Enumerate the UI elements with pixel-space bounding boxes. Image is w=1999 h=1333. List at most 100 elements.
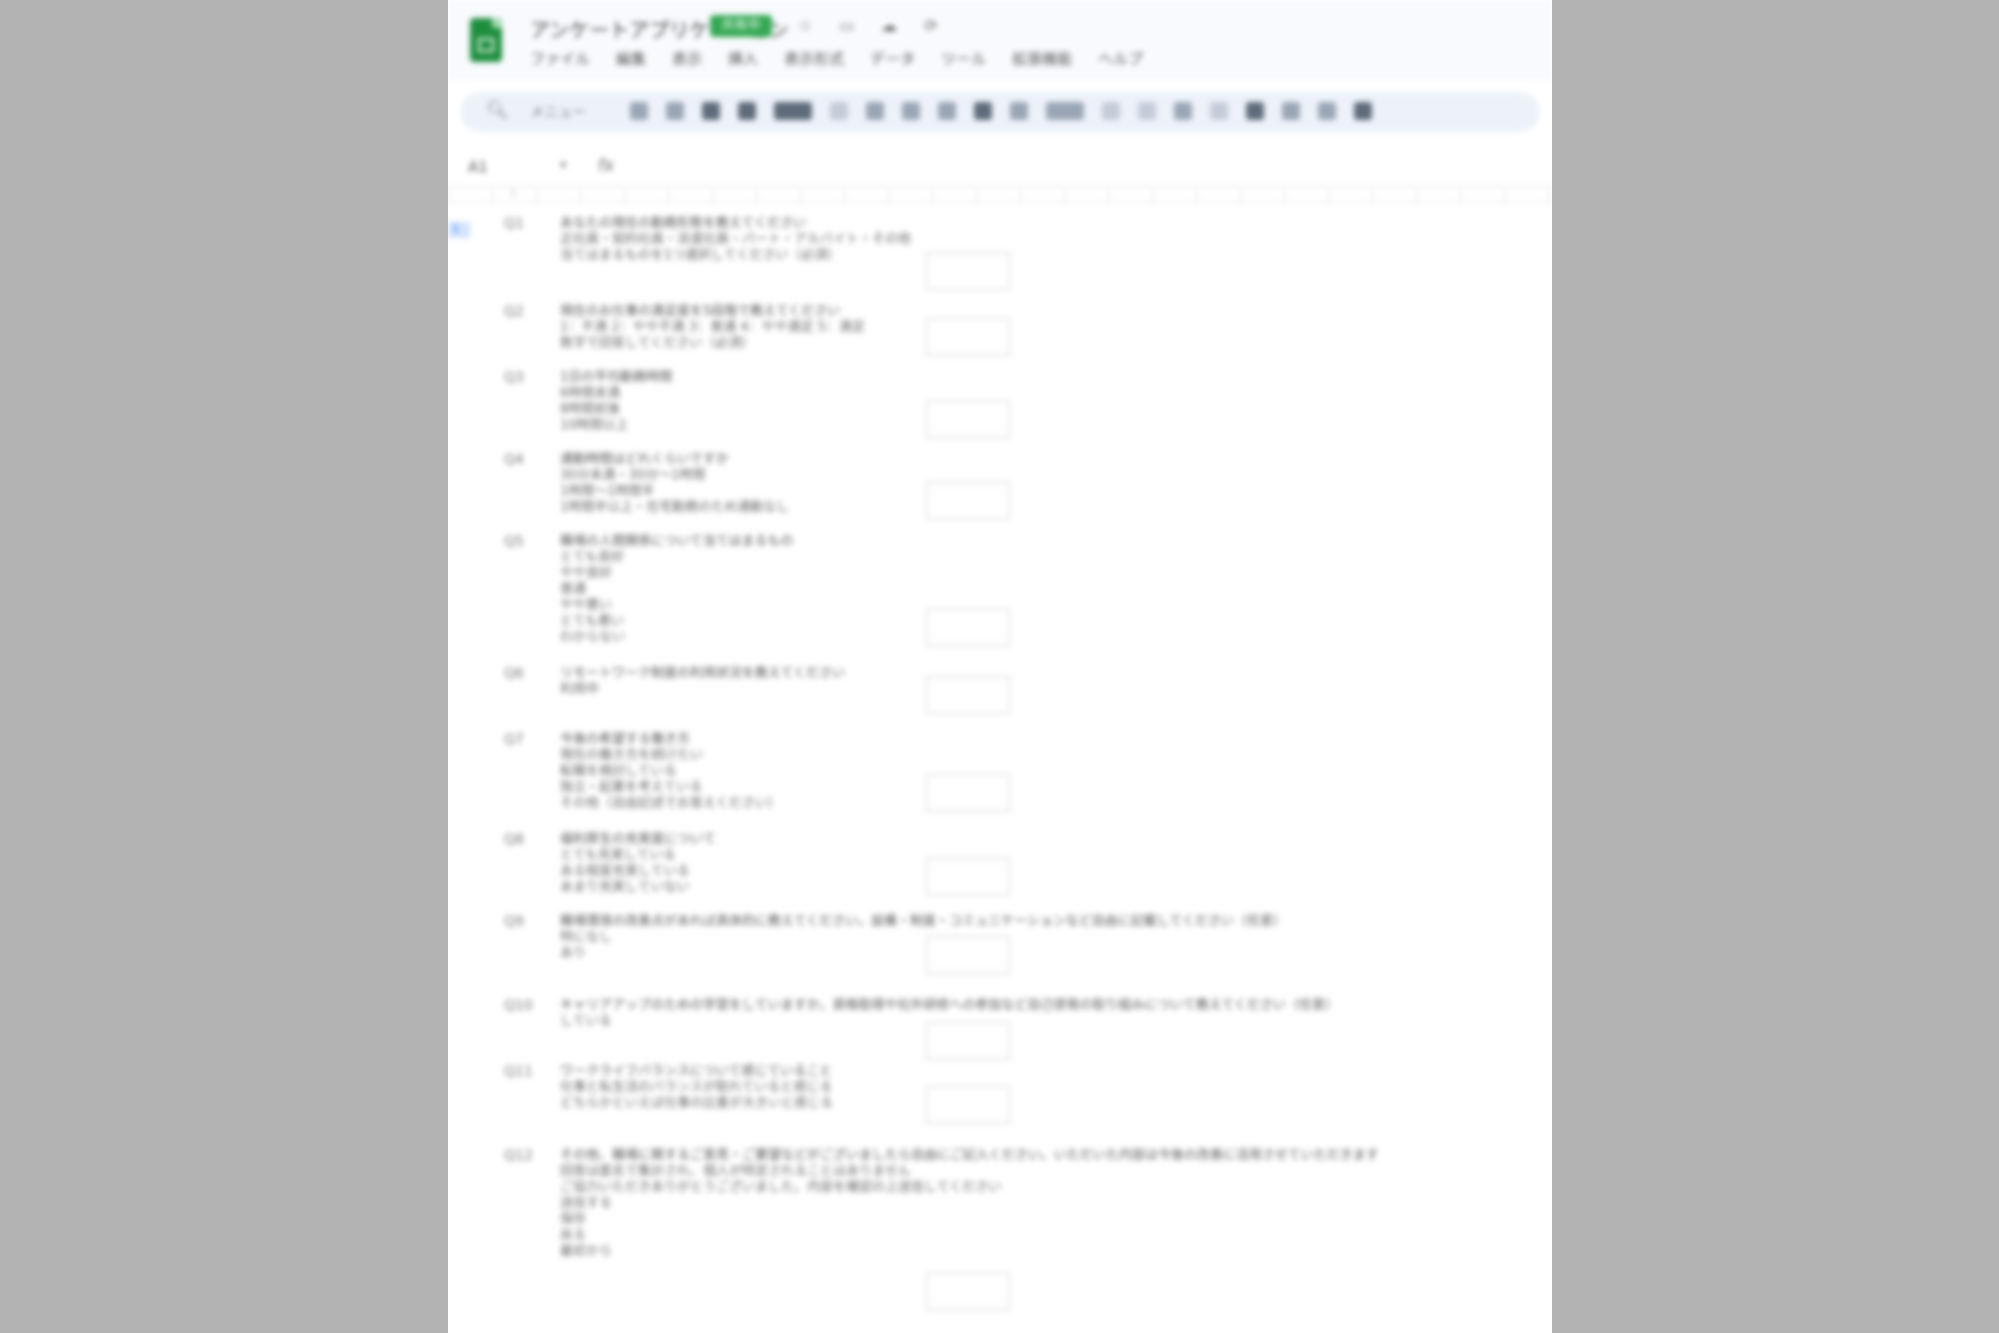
cell-reference[interactable]: A1	[468, 158, 488, 176]
question-line: 当てはまるものを1つ選択してください（必須）	[560, 248, 841, 263]
menu-insert[interactable]: 挿入	[728, 48, 758, 69]
question-line: 送信する	[560, 1196, 613, 1211]
answer-box[interactable]	[926, 1272, 1010, 1310]
fx-icon: fx	[598, 156, 615, 176]
answer-box[interactable]	[926, 676, 1010, 714]
answer-box[interactable]	[926, 400, 1010, 438]
question-line: その他（自由記述でお答えください）	[560, 796, 781, 811]
currency-icon[interactable]	[830, 102, 848, 120]
fill-color-icon[interactable]	[1246, 102, 1264, 120]
font-size-select[interactable]	[1046, 102, 1084, 120]
cloud-icon[interactable]: ☁	[878, 16, 900, 35]
question-line: 職場の人間関係について当てはまるもの	[560, 534, 794, 549]
undo-icon[interactable]	[630, 102, 648, 120]
question-text[interactable]: 現在のお仕事の満足度を5段階で教えてください 1：不満 2：やや不満 3：普通 …	[560, 304, 865, 352]
redo-icon[interactable]	[666, 102, 684, 120]
question-line: ある程度充実している	[560, 864, 690, 879]
question-line: 1時間〜1時間半	[560, 484, 655, 499]
question-line: あまり充実していない	[560, 880, 690, 895]
menu-edit[interactable]: 編集	[616, 48, 646, 69]
question-line: 8時間前後	[560, 402, 621, 417]
question-text[interactable]: 職場の人間関係について当てはまるもの とても良好 やや良好 普通 やや悪い とて…	[560, 534, 793, 646]
sheets-logo-icon[interactable]	[470, 18, 502, 62]
chevron-down-icon[interactable]: ▾	[560, 158, 567, 173]
question-line: ワークライフバランスについて感じていること	[560, 1064, 833, 1079]
question-text[interactable]: ワークライフバランスについて感じていること 仕事と私生活のバランスが取れていると…	[560, 1064, 833, 1112]
question-line: その他、職場に関するご意見・ご要望などがございましたら自由にご記入ください。いた…	[560, 1148, 1379, 1163]
menu-bar: ファイル 編集 表示 挿入 表示形式 データ ツール 拡張機能 ヘルプ	[530, 48, 1143, 69]
percent-icon[interactable]	[866, 102, 884, 120]
font-icon[interactable]	[1010, 102, 1028, 120]
star-icon[interactable]: ☆	[794, 16, 816, 35]
move-icon[interactable]: ▭	[836, 16, 858, 35]
search-icon[interactable]: 🔍︎	[486, 100, 509, 121]
question-line: 転職を検討している	[560, 764, 677, 779]
history-icon[interactable]: ⟳	[920, 16, 942, 35]
menu-extensions[interactable]: 拡張機能	[1012, 48, 1072, 69]
question-line: 現在の働き方を続けたい	[560, 748, 704, 763]
question-text[interactable]: 今後の希望する働き方 現在の働き方を続けたい 転職を検討している 独立・起業を考…	[560, 732, 781, 812]
question-line: 職場環境の改善点があれば具体的に教えてください。設備・制度・コミュニケーションな…	[560, 914, 1286, 929]
decimal-increase-icon[interactable]	[938, 102, 956, 120]
question-number: Q12	[504, 1148, 533, 1164]
text-color-icon[interactable]	[1210, 102, 1228, 120]
question-text[interactable]: 職場環境の改善点があれば具体的に教えてください。設備・制度・コミュニケーションな…	[560, 914, 1286, 962]
question-line: キャリアアップのための学習をしていますか。資格取得や社外研修への参加など自己啓発…	[560, 998, 1338, 1013]
blurred-content: アンケートアプリケーション 共有中 ☆ ▭ ☁ ⟳ ファイル 編集 表示 挿入 …	[448, 0, 1552, 1333]
answer-box[interactable]	[926, 858, 1010, 896]
question-text[interactable]: 1日の平均勤務時間 6時間未満 8時間前後 10時間以上	[560, 370, 672, 434]
paint-format-icon[interactable]	[738, 102, 756, 120]
question-number: Q8	[504, 832, 524, 848]
answer-box[interactable]	[926, 608, 1010, 646]
merge-icon[interactable]	[1318, 102, 1336, 120]
question-number: Q1	[504, 216, 524, 232]
question-line: 独立・起業を考えている	[560, 780, 703, 795]
menu-tools[interactable]: ツール	[941, 48, 986, 69]
answer-box[interactable]	[926, 1086, 1010, 1124]
toolbar-menu-button[interactable]: メニュー	[530, 102, 586, 122]
borders-icon[interactable]	[1282, 102, 1300, 120]
menu-format[interactable]: 表示形式	[784, 48, 844, 69]
align-icon[interactable]	[1354, 102, 1372, 120]
number-format-icon[interactable]	[974, 102, 992, 120]
question-line: 最初から	[560, 1244, 613, 1259]
print-icon[interactable]	[702, 102, 720, 120]
strikethrough-icon[interactable]	[1174, 102, 1192, 120]
selected-row-number: 1	[452, 222, 459, 235]
answer-box[interactable]	[926, 936, 1010, 974]
question-text[interactable]: 福利厚生の充実度について とても充実している ある程度充実している あまり充実し…	[560, 832, 716, 896]
app-header: アンケートアプリケーション 共有中 ☆ ▭ ☁ ⟳ ファイル 編集 表示 挿入 …	[448, 0, 1552, 80]
status-badge[interactable]: 共有中	[710, 15, 772, 37]
question-line: とても良好	[560, 550, 624, 565]
bold-icon[interactable]	[1102, 102, 1120, 120]
question-line: どちらかといえば仕事の比重が大きいと感じる	[560, 1096, 834, 1111]
question-line: やや良好	[560, 566, 613, 581]
menu-view[interactable]: 表示	[672, 48, 702, 69]
question-text[interactable]: その他、職場に関するご意見・ご要望などがございましたら自由にご記入ください。いた…	[560, 1148, 1379, 1260]
question-line: 1日の平均勤務時間	[560, 370, 673, 385]
menu-file[interactable]: ファイル	[530, 48, 590, 69]
question-line: 仕事と私生活のバランスが取れていると感じる	[560, 1080, 833, 1095]
question-text[interactable]: あなたの現在の勤務形態を教えてください 正社員・契約社員・派遣社員・パート・アル…	[560, 216, 911, 264]
formula-bar: A1 ▾ fx	[448, 150, 1552, 187]
title-icons: ☆ ▭ ☁ ⟳	[794, 16, 942, 35]
answer-box[interactable]	[926, 252, 1010, 290]
question-line: 10時間以上	[560, 418, 629, 433]
answer-box[interactable]	[926, 318, 1010, 356]
question-line: リモートワーク制度の利用状況を教えてください	[560, 666, 845, 681]
answer-box[interactable]	[926, 482, 1010, 520]
question-number: Q4	[504, 452, 524, 468]
question-text[interactable]: 通勤時間はどれくらいですか 30分未満・30分〜1時間 1時間〜1時間半 1時間…	[560, 452, 789, 516]
spreadsheet-window: アンケートアプリケーション 共有中 ☆ ▭ ☁ ⟳ ファイル 編集 表示 挿入 …	[448, 0, 1552, 1333]
question-text[interactable]: リモートワーク制度の利用状況を教えてください 利用中	[560, 666, 845, 698]
question-line: あなたの現在の勤務形態を教えてください	[560, 216, 806, 231]
menu-help[interactable]: ヘルプ	[1098, 48, 1143, 69]
question-number: Q7	[504, 732, 524, 748]
column-header[interactable]	[448, 188, 1552, 203]
zoom-select[interactable]	[774, 102, 812, 120]
decimal-decrease-icon[interactable]	[902, 102, 920, 120]
menu-data[interactable]: データ	[870, 48, 915, 69]
italic-icon[interactable]	[1138, 102, 1156, 120]
answer-box[interactable]	[926, 774, 1010, 812]
answer-box[interactable]	[926, 1022, 1010, 1060]
